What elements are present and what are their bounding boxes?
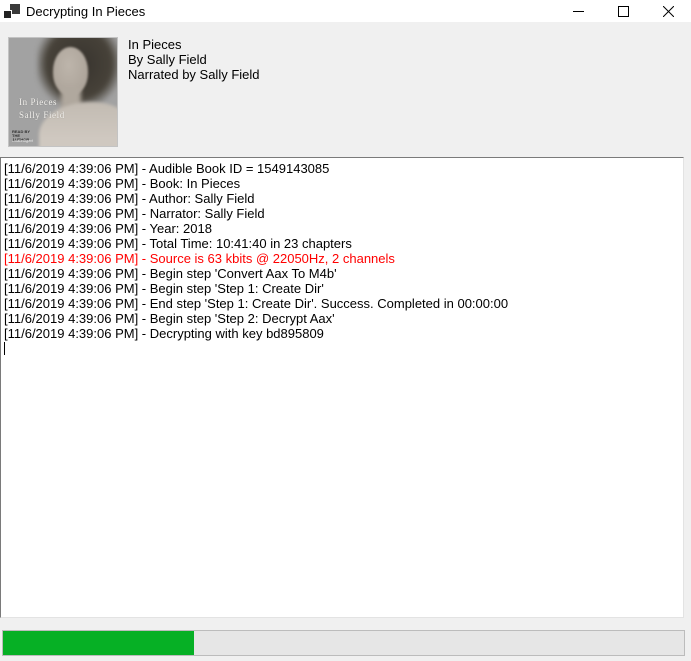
minimize-icon (573, 6, 584, 17)
progress-fill (3, 631, 194, 655)
cover-edition-text: Unabridged (12, 139, 33, 143)
log-line: [11/6/2019 4:39:06 PM] - Source is 63 kb… (4, 251, 681, 266)
progress-bar (2, 630, 685, 656)
app-window: Decrypting In Pieces In Pieces Sally Fie… (0, 0, 691, 661)
book-title: In Pieces (128, 37, 260, 52)
maximize-icon (618, 6, 629, 17)
cover-title-text: In Pieces (19, 97, 57, 107)
close-icon (663, 6, 674, 17)
log-line: [11/6/2019 4:39:06 PM] - Total Time: 10:… (4, 236, 681, 251)
window-controls (556, 0, 691, 22)
log-line: [11/6/2019 4:39:06 PM] - Author: Sally F… (4, 191, 681, 206)
book-author: By Sally Field (128, 52, 260, 67)
log-line: [11/6/2019 4:39:06 PM] - Decrypting with… (4, 326, 681, 341)
log-line: [11/6/2019 4:39:06 PM] - Audible Book ID… (4, 161, 681, 176)
book-info: In Pieces By Sally Field Narrated by Sal… (128, 37, 260, 82)
window-title: Decrypting In Pieces (26, 4, 145, 19)
book-cover-image: In Pieces Sally Field READ BY THE AUTHOR… (8, 37, 118, 147)
log-line: [11/6/2019 4:39:06 PM] - End step 'Step … (4, 296, 681, 311)
minimize-button[interactable] (556, 0, 601, 22)
app-icon (4, 3, 20, 19)
book-narrator: Narrated by Sally Field (128, 67, 260, 82)
log-textbox[interactable]: [11/6/2019 4:39:06 PM] - Audible Book ID… (0, 157, 684, 618)
log-line: [11/6/2019 4:39:06 PM] - Begin step 'Ste… (4, 281, 681, 296)
log-line: [11/6/2019 4:39:06 PM] - Year: 2018 (4, 221, 681, 236)
log-lines: [11/6/2019 4:39:06 PM] - Audible Book ID… (4, 161, 681, 341)
title-bar[interactable]: Decrypting In Pieces (0, 0, 691, 22)
maximize-button[interactable] (601, 0, 646, 22)
log-line: [11/6/2019 4:39:06 PM] - Narrator: Sally… (4, 206, 681, 221)
log-line: [11/6/2019 4:39:06 PM] - Begin step 'Ste… (4, 311, 681, 326)
cover-art-shoulder (39, 102, 118, 147)
text-caret (4, 342, 5, 355)
log-line: [11/6/2019 4:39:06 PM] - Book: In Pieces (4, 176, 681, 191)
log-line: [11/6/2019 4:39:06 PM] - Begin step 'Con… (4, 266, 681, 281)
cover-author-text: Sally Field (19, 110, 65, 120)
close-button[interactable] (646, 0, 691, 22)
